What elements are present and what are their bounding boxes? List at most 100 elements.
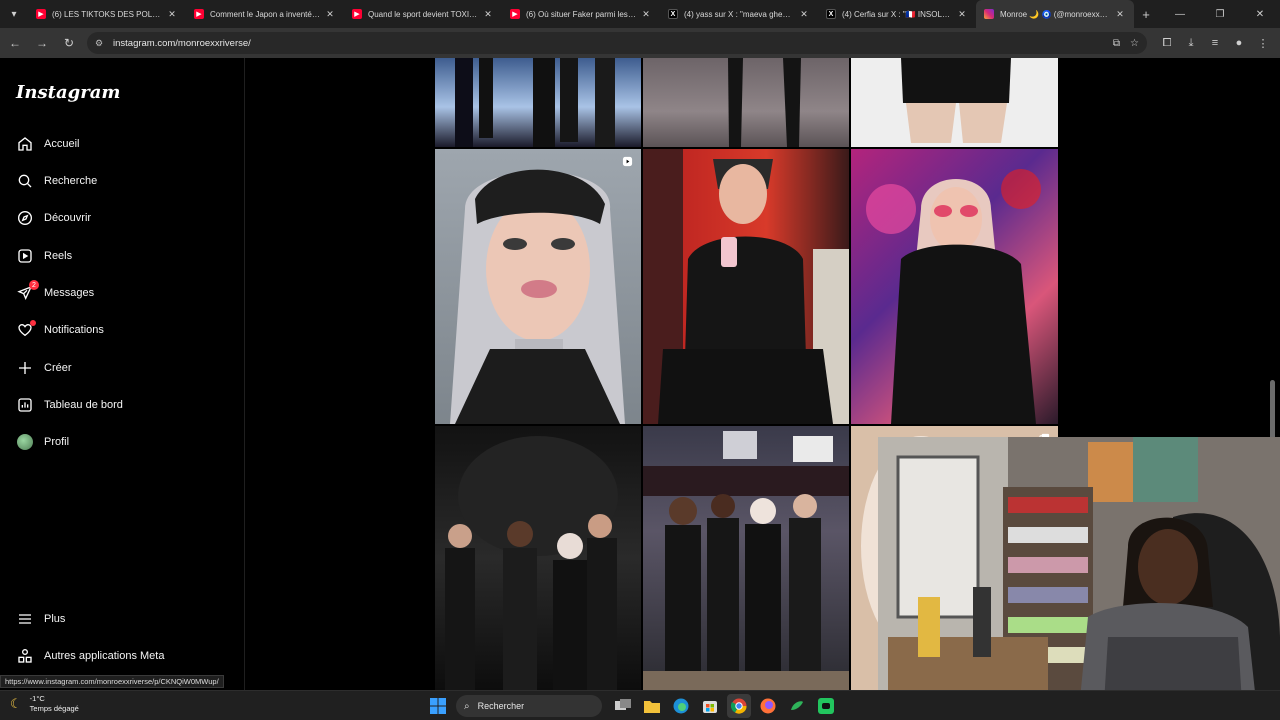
microsoft-store-icon[interactable] <box>698 694 722 718</box>
taskbar-search[interactable]: ⌕ Rechercher <box>456 695 602 717</box>
moon-icon: ☾ <box>10 696 22 711</box>
instagram-logo[interactable]: Instagram <box>16 82 120 103</box>
minimize-icon[interactable]: — <box>1160 0 1200 28</box>
close-icon[interactable]: ✕ <box>482 9 494 20</box>
sidebar-item-reels[interactable]: Reels <box>16 244 72 268</box>
x-icon: X <box>668 9 678 19</box>
browser-tab[interactable]: X (4) Cerfia sur X : "🇫🇷 INSOLITE | ✕ <box>818 0 976 28</box>
youtube-icon: ▶ <box>510 9 520 19</box>
tab-title: (6) Où situer Faker parmi les lég <box>526 9 636 19</box>
weather-widget[interactable]: ☾ -1°C Temps dégagé <box>10 694 79 714</box>
close-icon[interactable]: ✕ <box>956 9 968 20</box>
address-bar[interactable]: ⚙ instagram.com/monroexxriverse/ ⧉ ☆ <box>87 32 1147 54</box>
post-thumbnail[interactable] <box>851 58 1058 147</box>
windows-start-icon[interactable] <box>426 694 450 718</box>
forward-arrow-icon[interactable]: → <box>30 31 54 55</box>
post-image <box>643 431 849 690</box>
weather-condition: Temps dégagé <box>29 704 79 713</box>
site-settings-icon[interactable]: ⚙ <box>95 38 107 49</box>
game-app-icon[interactable] <box>814 694 838 718</box>
close-icon[interactable]: ✕ <box>166 9 178 20</box>
close-icon[interactable]: ✕ <box>324 9 336 20</box>
sidebar-item-profil[interactable]: Profil <box>16 430 69 454</box>
bookmark-star-icon[interactable]: ☆ <box>1130 38 1139 49</box>
tab-title: Comment le Japon a inventé l'a <box>210 9 320 19</box>
browser-tab[interactable]: ▶ (6) Où situer Faker parmi les lég ✕ <box>502 0 660 28</box>
instagram-icon <box>984 9 994 19</box>
post-thumbnail[interactable] <box>643 58 849 147</box>
post-thumbnail[interactable] <box>435 58 641 147</box>
avatar <box>16 433 34 451</box>
sidebar-item-decouvrir[interactable]: Découvrir <box>16 206 91 230</box>
compass-icon <box>16 209 34 227</box>
profile-icon[interactable]: ● <box>1227 37 1251 50</box>
url-text[interactable]: instagram.com/monroexxriverse/ <box>113 38 1103 49</box>
post-thumbnail[interactable] <box>643 426 849 690</box>
close-icon[interactable]: ✕ <box>640 9 652 20</box>
reels-icon <box>16 247 34 265</box>
youtube-icon: ▶ <box>352 9 362 19</box>
download-icon[interactable]: ⤓ <box>1179 37 1203 50</box>
browser-tab[interactable]: ▶ Quand le sport devient TOXIQU ✕ <box>344 0 502 28</box>
sidebar-item-tableau-de-bord[interactable]: Tableau de bord <box>16 393 123 417</box>
sidebar-item-meta-apps[interactable]: Autres applications Meta <box>16 644 164 668</box>
reload-icon[interactable]: ↻ <box>57 31 81 55</box>
search-icon: ⌕ <box>464 700 470 712</box>
x-icon: X <box>826 9 836 19</box>
browser-tab[interactable]: X (4) yass sur X : "maeva ghennan ✕ <box>660 0 818 28</box>
tab-title: (4) Cerfia sur X : "🇫🇷 INSOLITE | <box>842 9 952 19</box>
dashboard-icon <box>16 396 34 414</box>
new-tab-button[interactable]: + <box>1134 7 1158 22</box>
browser-tab-active[interactable]: Monroe 🌙 🧿 (@monroexxrive ✕ <box>976 0 1134 28</box>
sidebar-item-messages[interactable]: 2 Messages <box>16 280 95 305</box>
task-view-icon[interactable] <box>611 694 635 718</box>
webcam-overlay <box>878 437 1280 720</box>
sidebar-item-label: Messages <box>44 287 95 299</box>
firefox-icon[interactable] <box>756 694 780 718</box>
notification-dot <box>30 320 36 326</box>
edge-browser-icon[interactable] <box>669 694 693 718</box>
reading-list-icon[interactable]: ≡ <box>1203 37 1227 50</box>
search-placeholder: Rechercher <box>477 701 525 711</box>
post-image <box>728 58 801 147</box>
sidebar-item-recherche[interactable]: Recherche <box>16 169 97 193</box>
sidebar-item-label: Reels <box>44 250 73 262</box>
messages-badge: 2 <box>29 280 39 290</box>
sidebar-item-accueil[interactable]: Accueil <box>16 132 79 156</box>
more-menu-icon[interactable]: ⋮ <box>1251 37 1275 50</box>
close-icon[interactable]: ✕ <box>1114 9 1126 20</box>
webcam-image <box>878 437 1280 720</box>
restore-icon[interactable]: ❐ <box>1200 0 1240 28</box>
close-window-icon[interactable]: ✕ <box>1240 0 1280 28</box>
sidebar-item-label: Créer <box>44 362 72 374</box>
sidebar-item-plus[interactable]: Plus <box>16 607 65 631</box>
post-image <box>643 149 849 424</box>
extensions-icon[interactable]: ⧠ <box>1155 37 1179 50</box>
youtube-icon: ▶ <box>36 9 46 19</box>
sidebar-item-notifications[interactable]: Notifications <box>16 318 104 342</box>
close-icon[interactable]: ✕ <box>798 9 810 20</box>
sidebar-item-label: Autres applications Meta <box>44 650 165 662</box>
messenger-icon: 2 <box>16 280 39 302</box>
home-icon <box>16 135 34 153</box>
windows-taskbar: ☾ -1°C Temps dégagé ⌕ Rechercher <box>0 690 1280 720</box>
sidebar-item-label: Recherche <box>44 175 98 187</box>
back-arrow-icon[interactable]: ← <box>3 31 27 55</box>
sidebar-item-creer[interactable]: Créer <box>16 356 72 380</box>
post-image <box>450 169 625 424</box>
post-thumbnail[interactable] <box>435 149 641 424</box>
post-thumbnail[interactable] <box>643 149 849 424</box>
meta-apps-icon <box>16 647 34 665</box>
install-app-icon[interactable]: ⧉ <box>1113 38 1120 49</box>
browser-tab-strip: ▾ ▶ (6) LES TIKTOKS DES POLITIQUE ✕ ▶ Co… <box>0 0 1280 28</box>
tab-title: (6) LES TIKTOKS DES POLITIQUE <box>52 9 162 19</box>
file-explorer-icon[interactable] <box>640 694 664 718</box>
app-icon[interactable] <box>785 694 809 718</box>
post-thumbnail[interactable] <box>435 426 641 690</box>
tab-search-button[interactable]: ▾ <box>0 0 28 28</box>
post-image <box>866 169 1041 424</box>
chrome-icon[interactable] <box>726 694 751 718</box>
browser-tab[interactable]: ▶ (6) LES TIKTOKS DES POLITIQUE ✕ <box>28 0 186 28</box>
browser-tab[interactable]: ▶ Comment le Japon a inventé l'a ✕ <box>186 0 344 28</box>
post-thumbnail[interactable] <box>851 149 1058 424</box>
